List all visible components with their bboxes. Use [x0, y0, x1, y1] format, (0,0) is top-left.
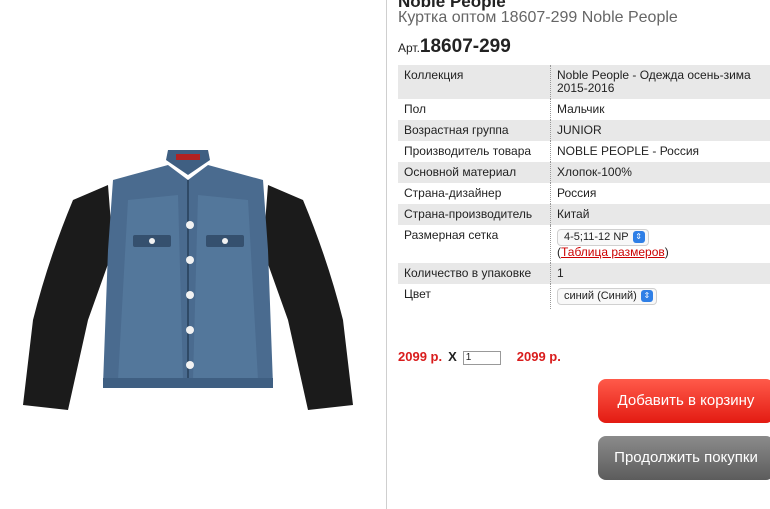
- spec-row-manufacturer: Производитель товара NOBLE PEOPLE - Росс…: [398, 141, 770, 162]
- size-select[interactable]: 4-5;11-12 NP ⇕: [557, 229, 649, 246]
- spec-row-collection: Коллекция Noble People - Одежда осень-зи…: [398, 65, 770, 99]
- spec-row-color: Цвет синий (Синий) ⇕: [398, 284, 770, 309]
- spec-value: 1: [550, 263, 770, 284]
- price-row: 2099 р. X 1 2099 р.: [398, 349, 561, 365]
- sizes-close-paren: ): [664, 245, 669, 259]
- spec-row-gender: Пол Мальчик: [398, 99, 770, 120]
- product-image[interactable]: [18, 140, 358, 430]
- spec-label: Основной материал: [398, 162, 551, 183]
- size-select-value: 4-5;11-12 NP: [564, 231, 629, 243]
- spec-value: 4-5;11-12 NP ⇕ (Таблица размеров): [550, 225, 770, 263]
- spec-label: Страна-дизайнер: [404, 186, 502, 200]
- article-number: Арт.18607-299: [398, 36, 511, 58]
- spec-row-pack-quantity: Количество в упаковке 1: [398, 263, 770, 284]
- unit-price: 2099 р.: [398, 349, 443, 364]
- times-sign: X: [448, 349, 457, 364]
- spec-value: Хлопок-100%: [550, 162, 770, 183]
- spec-label: Возрастная группа: [398, 120, 551, 141]
- total-price: 2099 р.: [516, 349, 561, 364]
- spec-value: Россия: [550, 183, 770, 204]
- spec-value: JUNIOR: [550, 120, 770, 141]
- spec-label: Размерная сетка: [404, 228, 499, 242]
- spec-label: Цвет: [404, 287, 431, 301]
- spec-label: Страна-производитель: [398, 204, 551, 225]
- spec-value: Мальчик: [550, 99, 770, 120]
- quantity-input[interactable]: 1: [462, 350, 501, 365]
- add-to-cart-button[interactable]: Добавить в корзину: [598, 379, 770, 423]
- spec-value: синий (Синий) ⇕: [550, 284, 770, 309]
- spec-label: Коллекция: [398, 65, 551, 99]
- spec-row-material: Основной материал Хлопок-100%: [398, 162, 770, 183]
- spec-label: Производитель товара: [404, 144, 532, 158]
- specs-table: Коллекция Noble People - Одежда осень-зи…: [398, 65, 770, 309]
- chevron-updown-icon: ⇕: [640, 290, 653, 303]
- spec-row-size-grid: Размерная сетка 4-5;11-12 NP ⇕ (Таблица р…: [398, 225, 770, 263]
- product-image-panel: [0, 0, 386, 509]
- spec-row-designer-country: Страна-дизайнер Россия: [398, 183, 770, 204]
- color-select-value: синий (Синий): [564, 290, 637, 302]
- spec-value: Китай: [550, 204, 770, 225]
- size-chart-link[interactable]: Таблица размеров: [561, 245, 665, 259]
- spec-label: Количество в упаковке: [398, 263, 551, 284]
- spec-row-producer-country: Страна-производитель Китай: [398, 204, 770, 225]
- spec-value: NOBLE PEOPLE - Россия: [550, 141, 770, 162]
- spec-row-age-group: Возрастная группа JUNIOR: [398, 120, 770, 141]
- color-select[interactable]: синий (Синий) ⇕: [557, 288, 657, 305]
- chevron-updown-icon: ⇕: [632, 231, 645, 244]
- article-value: 18607-299: [419, 36, 511, 57]
- spec-value: Noble People - Одежда осень-зима 2015-20…: [550, 65, 770, 99]
- column-divider: [386, 0, 387, 509]
- continue-shopping-button[interactable]: Продолжить покупки: [598, 436, 770, 480]
- article-prefix: Арт.: [398, 41, 420, 55]
- spec-label: Пол: [404, 102, 427, 116]
- product-subtitle: Куртка оптом 18607-299 Noble People: [398, 9, 678, 26]
